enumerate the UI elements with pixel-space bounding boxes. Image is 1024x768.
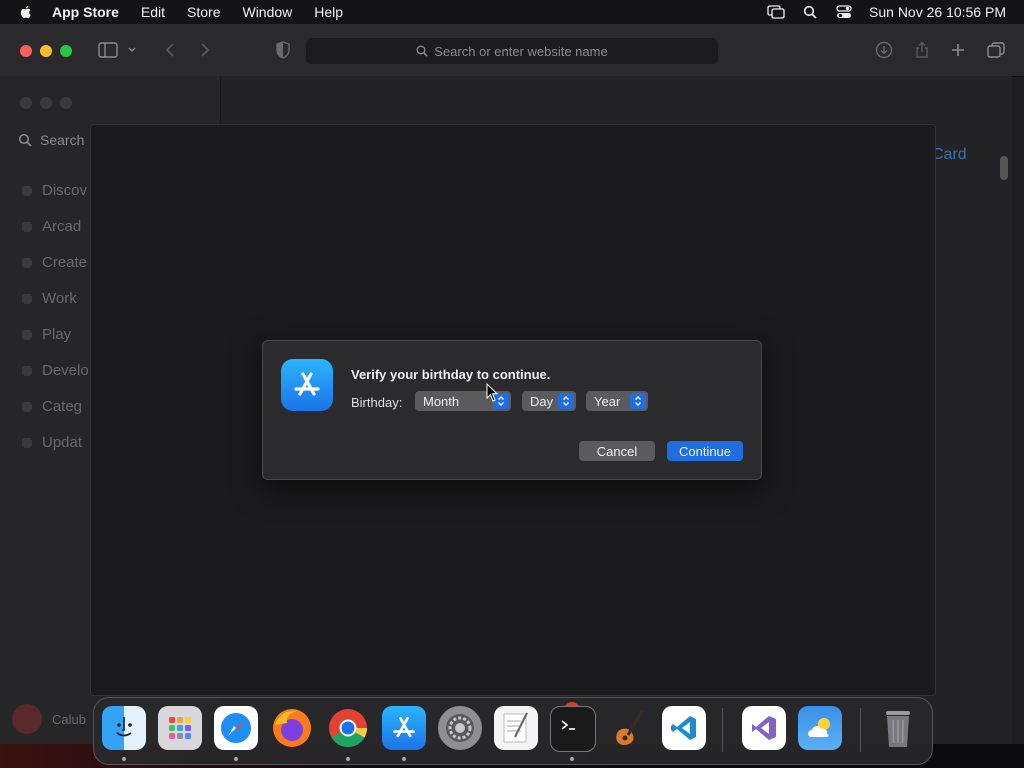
menu-bar: App Store Edit Store Window Help Sun Nov… — [0, 0, 1024, 24]
work-icon — [22, 294, 32, 304]
running-indicator — [346, 757, 350, 761]
avatar — [12, 704, 42, 734]
dock-weather-icon[interactable] — [798, 706, 842, 750]
dock-vscode-icon[interactable] — [662, 706, 706, 750]
updown-chevron-icon — [558, 393, 574, 409]
updates-icon — [22, 438, 32, 448]
day-value: Day — [530, 393, 554, 409]
address-bar[interactable]: Search or enter website name — [306, 38, 718, 64]
minimize-window-button[interactable] — [40, 45, 52, 57]
sidebar-item-develop[interactable]: Develo — [42, 362, 89, 379]
search-icon — [416, 45, 428, 57]
menu-edit[interactable]: Edit — [141, 4, 165, 20]
cancel-button[interactable]: Cancel — [579, 441, 655, 461]
mouse-cursor-icon — [486, 383, 499, 402]
develop-icon — [22, 366, 32, 376]
new-tab-icon[interactable] — [948, 41, 968, 59]
dock-textedit-icon[interactable] — [494, 706, 538, 750]
menu-clock[interactable]: Sun Nov 26 10:56 PM — [869, 4, 1006, 20]
dock-finder-icon[interactable] — [102, 706, 146, 750]
play-icon — [22, 330, 32, 340]
account-button[interactable]: Calub — [12, 704, 86, 734]
account-name: Calub — [52, 711, 86, 727]
back-icon[interactable] — [160, 41, 180, 59]
safari-toolbar: Search or enter website name — [0, 24, 1024, 77]
close-window-button[interactable] — [20, 45, 32, 57]
sidebar-item-updates[interactable]: Updat — [42, 434, 82, 451]
address-placeholder: Search or enter website name — [434, 43, 608, 59]
control-center-icon[interactable] — [835, 4, 853, 20]
forward-icon[interactable] — [195, 41, 215, 59]
menu-store[interactable]: Store — [187, 4, 220, 20]
running-indicator — [122, 757, 126, 761]
gift-card-link[interactable]: Card — [932, 146, 967, 164]
dock-visual-studio-icon[interactable] — [742, 706, 786, 750]
search-icon — [18, 133, 32, 147]
sidebar-item-discover[interactable]: Discov — [42, 182, 87, 199]
create-icon — [22, 258, 32, 268]
running-indicator — [402, 757, 406, 761]
sidebar-item-play[interactable]: Play — [42, 326, 71, 343]
apple-menu-icon[interactable] — [18, 4, 34, 20]
downloads-icon[interactable] — [874, 41, 894, 59]
share-icon[interactable] — [912, 41, 932, 59]
chevron-down-icon[interactable] — [126, 41, 138, 59]
dock-separator — [722, 708, 723, 752]
app-store-icon — [281, 359, 333, 411]
app-store-window-controls — [20, 96, 80, 114]
sidebar-search[interactable]: Search — [18, 132, 84, 148]
tab-overview-icon[interactable] — [986, 41, 1006, 59]
updown-chevron-icon — [630, 393, 646, 409]
arcade-icon — [22, 222, 32, 232]
birthday-label: Birthday: — [351, 395, 403, 410]
sidebar-item-categories[interactable]: Categ — [42, 398, 82, 415]
day-select[interactable]: Day — [522, 391, 576, 411]
dock-system-settings-icon[interactable] — [438, 706, 482, 750]
menu-window[interactable]: Window — [242, 4, 292, 20]
year-value: Year — [594, 393, 621, 409]
dock-safari-icon[interactable] — [214, 706, 258, 750]
scrollbar[interactable] — [1000, 156, 1008, 180]
birthday-dialog: Verify your birthday to continue. Birthd… — [262, 340, 762, 480]
screen-mirroring-icon[interactable] — [767, 4, 785, 20]
running-indicator — [570, 757, 574, 761]
sidebar-item-create[interactable]: Create — [42, 254, 87, 271]
sidebar-item-arcade[interactable]: Arcad — [42, 218, 81, 235]
month-value: Month — [423, 393, 460, 409]
discover-icon — [22, 186, 32, 196]
dock-chrome-icon[interactable] — [326, 706, 370, 750]
year-select[interactable]: Year — [586, 391, 648, 411]
dock-separator — [860, 708, 861, 752]
menu-app-name[interactable]: App Store — [52, 4, 119, 20]
categories-icon — [22, 402, 32, 412]
menu-help[interactable]: Help — [314, 4, 343, 20]
dock-garageband-icon[interactable] — [606, 706, 650, 750]
dock-firefox-icon[interactable] — [270, 706, 314, 750]
running-indicator — [234, 757, 238, 761]
dock-terminal-icon[interactable] — [550, 706, 596, 752]
sidebar-search-label: Search — [40, 132, 85, 148]
sidebar-toggle-icon[interactable] — [98, 41, 118, 59]
dock-trash-icon[interactable] — [876, 706, 920, 750]
dock-launchpad-icon[interactable] — [158, 706, 202, 750]
zoom-window-button[interactable] — [60, 45, 72, 57]
privacy-shield-icon[interactable] — [273, 41, 293, 59]
spotlight-search-icon[interactable] — [801, 4, 819, 20]
sidebar-item-work[interactable]: Work — [42, 290, 77, 307]
dialog-title: Verify your birthday to continue. — [351, 367, 551, 382]
dock: 1 — [93, 697, 933, 765]
continue-button[interactable]: Continue — [667, 441, 743, 461]
dock-app-store-icon[interactable] — [382, 706, 426, 750]
